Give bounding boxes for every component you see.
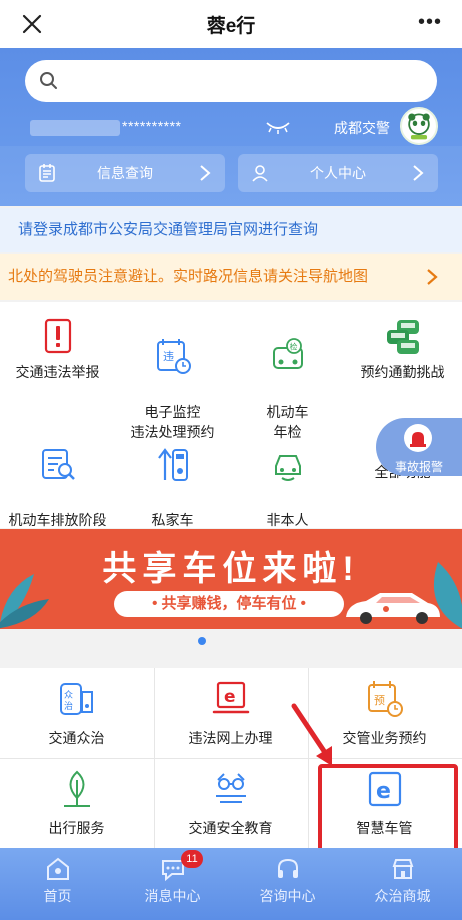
info-query-button[interactable]: 信息查询 bbox=[25, 154, 225, 192]
service-crowd-governance[interactable]: 众治 交通众治 bbox=[0, 668, 153, 758]
online-violation-icon: e bbox=[212, 681, 249, 714]
nav-tab-messages[interactable]: 11 消息中心 bbox=[115, 848, 230, 920]
unread-badge: 11 bbox=[181, 850, 203, 868]
car-illustration-icon bbox=[346, 593, 440, 624]
business-appointment-icon: 预 bbox=[367, 681, 403, 717]
nav-tab-consult[interactable]: 咨询中心 bbox=[230, 848, 345, 920]
nav-label: 消息中心 bbox=[144, 888, 201, 904]
svg-text:预: 预 bbox=[374, 694, 385, 707]
personal-center-label: 个人中心 bbox=[310, 165, 366, 181]
svg-text:违: 违 bbox=[163, 350, 174, 363]
vehicle-bind-icon bbox=[274, 455, 301, 481]
nav-label: 咨询中心 bbox=[259, 888, 316, 904]
banner-title: 共享车位来啦! bbox=[102, 550, 360, 588]
camera-appointment-icon: 违 bbox=[156, 339, 191, 374]
avatar[interactable] bbox=[400, 107, 438, 145]
service-online-violation[interactable]: e 违法网上办理 bbox=[154, 668, 307, 758]
safety-education-icon bbox=[215, 773, 246, 803]
more-menu-icon[interactable]: ••• bbox=[418, 11, 442, 34]
carousel-indicator bbox=[0, 629, 462, 665]
highlight-box-annotation bbox=[318, 764, 458, 856]
personal-center-button[interactable]: 个人中心 bbox=[238, 154, 438, 192]
home-icon bbox=[46, 857, 69, 880]
info-query-label: 信息查询 bbox=[97, 165, 153, 181]
alarm-icon bbox=[404, 424, 432, 452]
close-icon[interactable] bbox=[20, 12, 44, 36]
promo-banner[interactable]: 共享车位来啦! • 共享赚钱，停车有位 • bbox=[0, 529, 462, 629]
accident-report-button[interactable]: 事故报警 bbox=[376, 418, 462, 476]
nav-tab-home[interactable]: 首页 bbox=[0, 848, 115, 920]
eye-closed-icon[interactable] bbox=[265, 120, 291, 134]
annual-inspection-icon: 检 bbox=[272, 338, 303, 369]
service-label: 违法网上办理 bbox=[188, 730, 273, 746]
service-label: 交通众治 bbox=[48, 730, 105, 746]
accident-report-label: 事故报警 bbox=[394, 460, 443, 474]
travel-service-icon bbox=[63, 770, 90, 807]
search-bar[interactable] bbox=[25, 60, 437, 102]
bottom-nav: 首页 11 消息中心 咨询中心 众治商城 bbox=[0, 848, 462, 920]
emission-query-icon bbox=[41, 449, 75, 480]
blurred-phone bbox=[30, 120, 120, 136]
service-label: 交通安全教育 bbox=[188, 820, 273, 836]
service-travel[interactable]: 出行服务 bbox=[0, 758, 153, 848]
red-arrow-annotation-icon bbox=[291, 703, 332, 766]
header-panel: ********** 成都交警 信息查询 个人中心 bbox=[0, 48, 462, 206]
svg-text:e: e bbox=[224, 687, 236, 707]
svg-text:众: 众 bbox=[64, 690, 73, 701]
service-safety-education[interactable]: 交通安全教育 bbox=[154, 758, 307, 848]
app-title: 蓉e行 bbox=[206, 15, 256, 37]
grid-label: 预约通勤挑战 bbox=[360, 364, 445, 380]
grid-item-commute-challenge[interactable]: 预约通勤挑战 bbox=[345, 316, 460, 382]
headset-icon bbox=[277, 858, 298, 878]
commute-challenge-icon bbox=[386, 320, 419, 354]
crowd-governance-icon: 众治 bbox=[59, 683, 93, 715]
svg-text:检: 检 bbox=[289, 342, 297, 352]
search-input[interactable] bbox=[67, 68, 417, 94]
service-label: 出行服务 bbox=[48, 820, 105, 836]
service-label: 交管业务预约 bbox=[342, 730, 427, 746]
chevron-right-icon bbox=[427, 269, 438, 285]
shop-icon bbox=[392, 859, 413, 879]
top-bar: 蓉e行 ••• bbox=[0, 0, 462, 48]
parking-declare-icon bbox=[157, 448, 188, 481]
notice-text: 北处的驾驶员注意避让。实时路况信息请关注导航地图 bbox=[8, 268, 369, 285]
function-grid: 交通违法举报 违 电子监控 违法处理预约 检 机动车 年检 预约通勤挑战 机动车… bbox=[0, 302, 462, 548]
chevron-right-icon bbox=[413, 165, 424, 181]
masked-number: ********** bbox=[122, 118, 182, 134]
search-icon bbox=[40, 72, 57, 89]
login-tip[interactable]: 请登录成都市公安局交通管理局官网进行查询 bbox=[0, 208, 462, 252]
organization-label: 成都交警 bbox=[334, 120, 390, 136]
violation-report-icon bbox=[44, 318, 71, 354]
account-number: ********** bbox=[30, 118, 240, 138]
notice-marquee[interactable]: 北处的驾驶员注意避让。实时路况信息请关注导航地图 bbox=[0, 254, 462, 300]
nav-tab-shop[interactable]: 众治商城 bbox=[345, 848, 460, 920]
chevron-right-icon bbox=[200, 165, 211, 181]
svg-text:治: 治 bbox=[64, 700, 73, 712]
banner-subtitle: • 共享赚钱，停车有位 • bbox=[114, 591, 344, 617]
nav-label: 首页 bbox=[43, 888, 72, 904]
carousel-dot-active[interactable] bbox=[198, 637, 206, 645]
grid-label: 交通违法举报 bbox=[15, 364, 100, 380]
grid-item-violation-report[interactable]: 交通违法举报 bbox=[0, 316, 115, 382]
nav-label: 众治商城 bbox=[374, 888, 431, 904]
